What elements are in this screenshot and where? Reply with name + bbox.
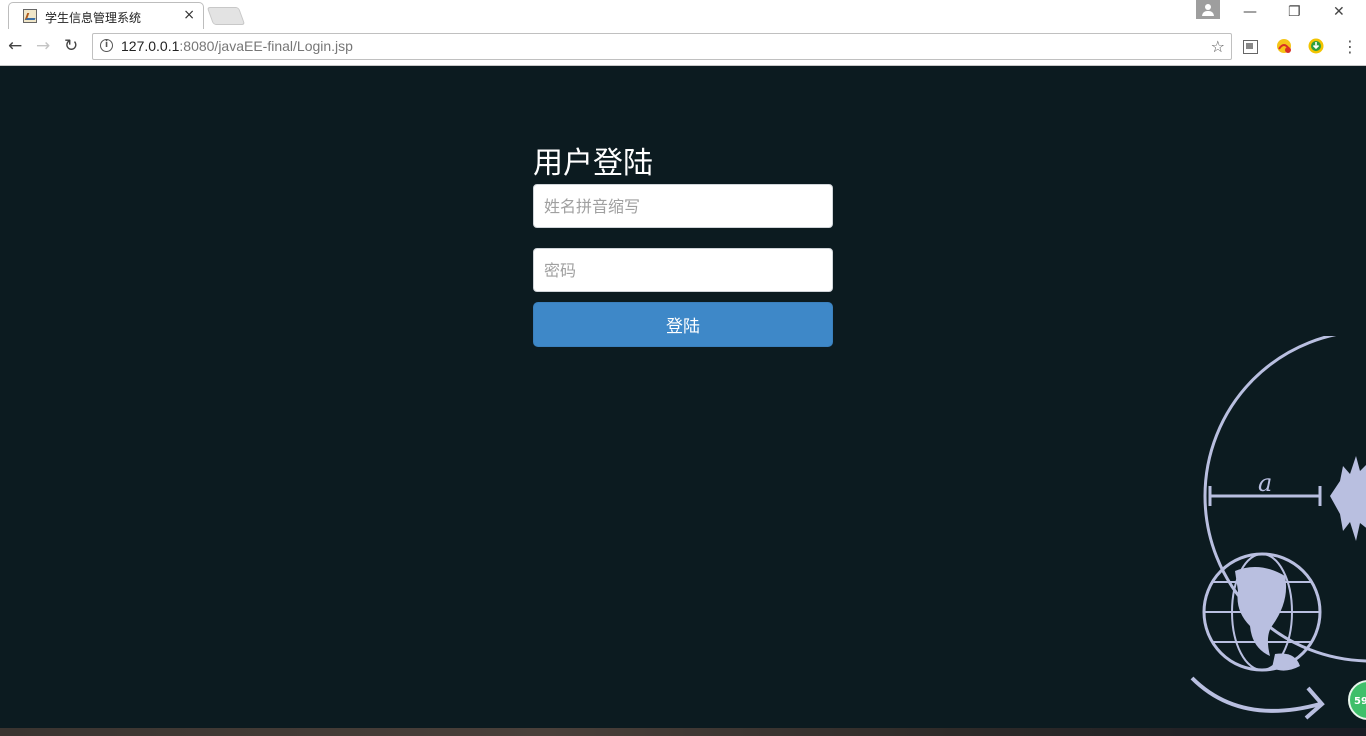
download-extension-icon[interactable] bbox=[1307, 37, 1325, 55]
url-text[interactable]: 127.0.0.1:8080/javaEE-final/Login.jsp bbox=[121, 38, 353, 54]
astronomy-illustration: a bbox=[1190, 336, 1366, 720]
restore-button[interactable]: ❐ bbox=[1288, 4, 1301, 20]
forward-button[interactable]: → bbox=[36, 37, 50, 55]
globe-icon bbox=[1202, 552, 1322, 672]
menu-icon[interactable]: ⋮ bbox=[1342, 37, 1358, 56]
extension-icon[interactable] bbox=[1275, 37, 1293, 55]
profile-icon[interactable] bbox=[1196, 0, 1220, 19]
password-input[interactable] bbox=[533, 248, 833, 292]
minimize-button[interactable]: — bbox=[1243, 4, 1257, 20]
reload-button[interactable]: ↻ bbox=[64, 37, 78, 55]
taskbar-strip bbox=[0, 728, 1366, 736]
url-host: 127.0.0.1 bbox=[121, 38, 180, 54]
page-title: 用户登陆 bbox=[533, 146, 653, 181]
url-path: :8080/javaEE-final/Login.jsp bbox=[179, 38, 353, 54]
username-input[interactable] bbox=[533, 184, 833, 228]
bookmark-star-icon[interactable]: ☆ bbox=[1211, 37, 1225, 56]
sun-icon bbox=[1330, 456, 1366, 541]
tab-strip: 学生信息管理系统 × — ❐ ✕ bbox=[0, 0, 1366, 29]
radius-label: a bbox=[1258, 469, 1272, 497]
login-button[interactable]: 登陆 bbox=[533, 302, 833, 347]
reader-extension-icon[interactable] bbox=[1243, 40, 1258, 54]
arrow-icon bbox=[1190, 676, 1321, 713]
info-icon[interactable]: i bbox=[100, 39, 113, 52]
address-bar[interactable]: i 127.0.0.1:8080/javaEE-final/Login.jsp … bbox=[92, 33, 1232, 60]
back-button[interactable]: ← bbox=[8, 37, 22, 55]
browser-tab[interactable]: 学生信息管理系统 × bbox=[8, 2, 204, 29]
tab-title: 学生信息管理系统 bbox=[45, 11, 142, 25]
tab-close-icon[interactable]: × bbox=[183, 7, 195, 23]
login-page: 用户登陆 登陆 a 59 bbox=[0, 66, 1366, 736]
close-window-button[interactable]: ✕ bbox=[1333, 4, 1345, 20]
site-favicon-icon bbox=[23, 9, 37, 23]
new-tab-button[interactable] bbox=[206, 7, 246, 25]
browser-toolbar: ← → ↻ i 127.0.0.1:8080/javaEE-final/Logi… bbox=[0, 29, 1366, 66]
